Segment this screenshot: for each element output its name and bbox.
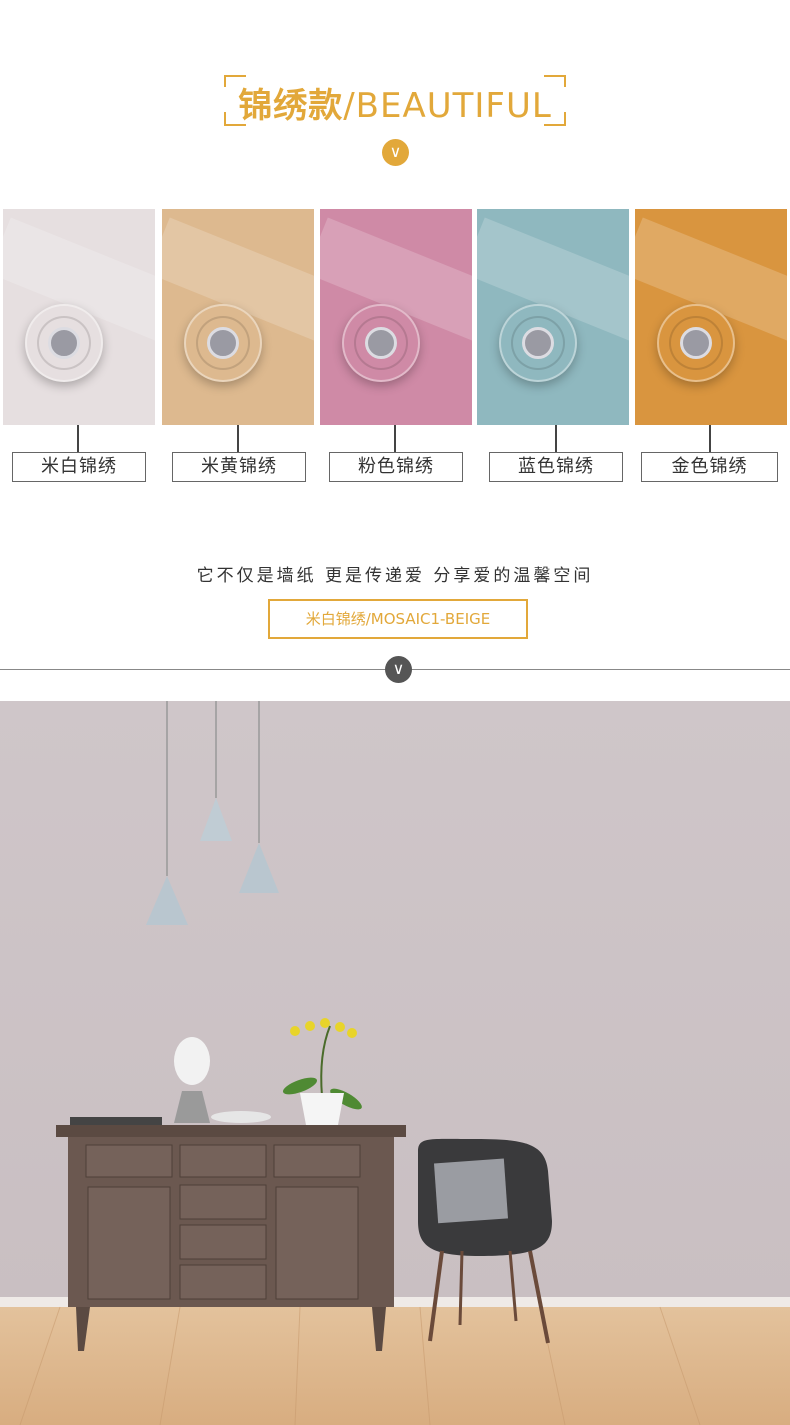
plate (211, 1111, 271, 1123)
swatch-label-blue: 蓝色锦绣 (489, 452, 623, 482)
room-illustration (0, 701, 790, 1425)
books (70, 1117, 162, 1125)
table-lamp (174, 1037, 210, 1085)
label-connector (237, 425, 239, 453)
swatch-gallery (3, 209, 787, 425)
chevron-down-icon: ∨ (382, 139, 409, 166)
product-detail-page: 锦绣款/BEAUTIFUL ∨ 米白锦绣 米黄锦绣 粉色锦绣 蓝色锦绣 金色锦绣… (0, 0, 790, 1425)
swatch-image-gold (635, 209, 787, 425)
label-connector (77, 425, 79, 453)
label-connector (394, 425, 396, 453)
wood-floor (0, 1307, 790, 1425)
section-title: 锦绣款/BEAUTIFUL (0, 78, 790, 127)
swatch-label-pink: 粉色锦绣 (329, 452, 463, 482)
swatch-image-cream (162, 209, 314, 425)
label-connector (709, 425, 711, 453)
title-en: /BEAUTIFUL (343, 86, 552, 126)
chevron-down-icon: ∨ (385, 656, 412, 683)
swatch-image-blue (477, 209, 629, 425)
label-connector (555, 425, 557, 453)
slogan-text: 它不仅是墙纸 更是传递爱 分享爱的温馨空间 (196, 566, 594, 586)
swatch-label-cream: 米黄锦绣 (172, 452, 306, 482)
swatch-label-beige: 米白锦绣 (12, 452, 146, 482)
room-scene-image (0, 701, 790, 1425)
swatch-label-gold: 金色锦绣 (641, 452, 778, 482)
swatch-image-pink (320, 209, 472, 425)
title-cn: 锦绣款 (238, 86, 344, 126)
swatch-image-beige (3, 209, 155, 425)
model-tag: 米白锦绣/MOSAIC1-BEIGE (268, 599, 528, 639)
